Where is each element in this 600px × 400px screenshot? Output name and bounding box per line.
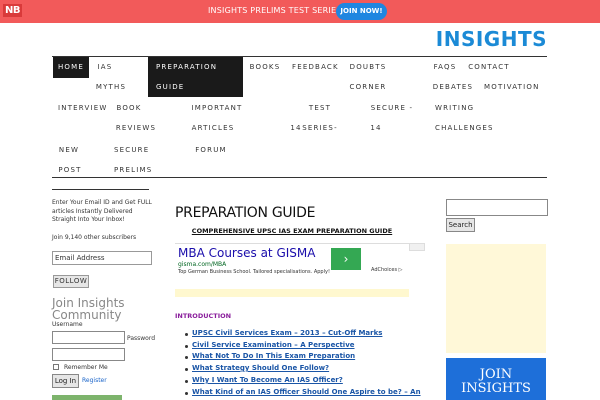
list-bullet xyxy=(185,345,188,348)
nav-faqs[interactable]: FAQS xyxy=(431,57,459,77)
username-input[interactable] xyxy=(52,331,125,344)
join-community-title: Join Insights Community xyxy=(52,296,125,322)
nav-important-articles-line2[interactable]: ARTICLES xyxy=(191,118,235,138)
nav-home[interactable]: HOME xyxy=(53,57,89,78)
email-input[interactable]: Email Address xyxy=(52,251,152,265)
list-bullet xyxy=(185,380,188,383)
green-widget-strip xyxy=(52,395,122,400)
password-label: Password xyxy=(127,335,156,342)
page-title: PREPARATION GUIDE xyxy=(175,205,316,221)
sidebar-rule xyxy=(52,189,149,190)
promo-bar: NB INSIGHTS PRELIMS TEST SERIES - 2014 J… xyxy=(0,0,600,23)
nav-debates[interactable]: DEBATES xyxy=(432,77,474,97)
list-bullet xyxy=(185,368,188,371)
nav-ias-myths-line1[interactable]: IAS xyxy=(92,57,118,77)
list-bullet xyxy=(185,356,188,359)
username-label: Username xyxy=(52,321,83,328)
login-button[interactable]: Log In xyxy=(52,374,79,388)
nav-book-reviews-line2[interactable]: REVIEWS xyxy=(114,118,158,138)
nav-ias-myths-line2[interactable]: MYTHS xyxy=(92,77,130,97)
ad-banner[interactable]: MBA Courses at GISMA gisma.com/MBA Top G… xyxy=(175,243,409,288)
nav-writing-challenges-line2[interactable]: CHALLENGES xyxy=(435,118,493,138)
join-now-button[interactable]: JOIN NOW! xyxy=(336,3,387,20)
nav-preparation-guide-line1: PREPARATION xyxy=(156,63,218,71)
register-link[interactable]: Register xyxy=(82,377,107,384)
remember-label: Remember Me xyxy=(64,364,108,371)
nav-writing-challenges-line1[interactable]: WRITING xyxy=(435,98,473,118)
join-insights-line2: INSIGHTS xyxy=(461,381,531,396)
nav-doubts-corner-line1[interactable]: DOUBTS xyxy=(349,57,387,77)
search-button[interactable]: Search xyxy=(446,218,475,232)
nav-secure-prelims-line2[interactable]: PRELIMS xyxy=(114,160,152,180)
site-title[interactable]: INSIGHTS xyxy=(436,27,547,51)
search-input[interactable] xyxy=(446,199,548,216)
nav-test-series-line2[interactable]: 14 xyxy=(290,118,302,138)
yellow-band xyxy=(175,289,409,297)
nav-interview[interactable]: INTERVIEW xyxy=(58,98,106,118)
password-input[interactable] xyxy=(52,348,125,361)
ad-url[interactable]: gisma.com/MBA xyxy=(178,261,226,268)
nb-logo[interactable]: NB xyxy=(3,4,22,17)
remember-checkbox[interactable] xyxy=(53,364,59,370)
nav-preparation-guide-line2: GUIDE xyxy=(156,83,185,91)
nav-doubts-corner-line2[interactable]: CORNER xyxy=(349,77,387,97)
list-bullet xyxy=(185,333,188,336)
nav-new-post-line1[interactable]: NEW xyxy=(58,140,80,160)
subscribe-text: Enter Your Email ID and Get FULL article… xyxy=(52,199,152,223)
subscribers-count: Join 9,140 other subscribers xyxy=(52,234,137,241)
nav-secure-14-line1[interactable]: SECURE - xyxy=(370,98,414,118)
nav-preparation-guide[interactable]: PREPARATION GUIDE xyxy=(148,57,243,97)
nav-contact[interactable]: CONTACT xyxy=(467,57,511,77)
list-item[interactable]: Why I Want To Become An IAS Officer? xyxy=(192,376,343,384)
nav-feedback[interactable]: FEEDBACK xyxy=(292,57,338,77)
nav-new-post-line2[interactable]: POST xyxy=(58,160,82,180)
nav-important-articles-line1[interactable]: IMPORTANT xyxy=(191,98,243,118)
join-insights-banner[interactable]: JOIN INSIGHTS xyxy=(446,358,546,400)
list-item[interactable]: What Strategy Should One Follow? xyxy=(192,364,329,372)
nav-secure-14-line2[interactable]: 14 xyxy=(370,118,382,138)
list-bullet xyxy=(185,392,188,395)
ad-arrow-button[interactable]: › xyxy=(331,248,361,270)
ad-choices-link[interactable]: AdChoices ▷ xyxy=(371,267,402,273)
follow-button[interactable]: FOLLOW xyxy=(53,275,89,288)
intro-heading: INTRODUCTION xyxy=(175,312,232,320)
nav-secure-prelims-line1[interactable]: SECURE xyxy=(114,140,148,160)
join-insights-line1: JOIN xyxy=(479,367,513,382)
list-item[interactable]: UPSC Civil Services Exam – 2013 – Cut-Of… xyxy=(192,329,382,337)
ad-title[interactable]: MBA Courses at GISMA xyxy=(178,246,315,260)
list-item[interactable]: What Not To Do In This Exam Preparation xyxy=(192,352,355,360)
sidebar-ad[interactable] xyxy=(446,244,546,353)
ad-close-area[interactable] xyxy=(409,243,425,251)
list-item[interactable]: What Kind of an IAS Officer Should One A… xyxy=(192,388,421,396)
list-item[interactable]: Civil Service Examination – A Perspectiv… xyxy=(192,341,355,349)
nav-book-reviews-line1[interactable]: BOOK xyxy=(114,98,144,118)
ad-description: Top German Business School. Tailored spe… xyxy=(178,269,330,275)
nav-motivation[interactable]: MOTIVATION xyxy=(484,77,538,97)
nav-forum[interactable]: FORUM xyxy=(195,140,227,160)
page-subtitle[interactable]: COMPREHENSIVE UPSC IAS EXAM PREPARATION … xyxy=(175,227,409,235)
nav-books[interactable]: BOOKS xyxy=(248,57,282,77)
